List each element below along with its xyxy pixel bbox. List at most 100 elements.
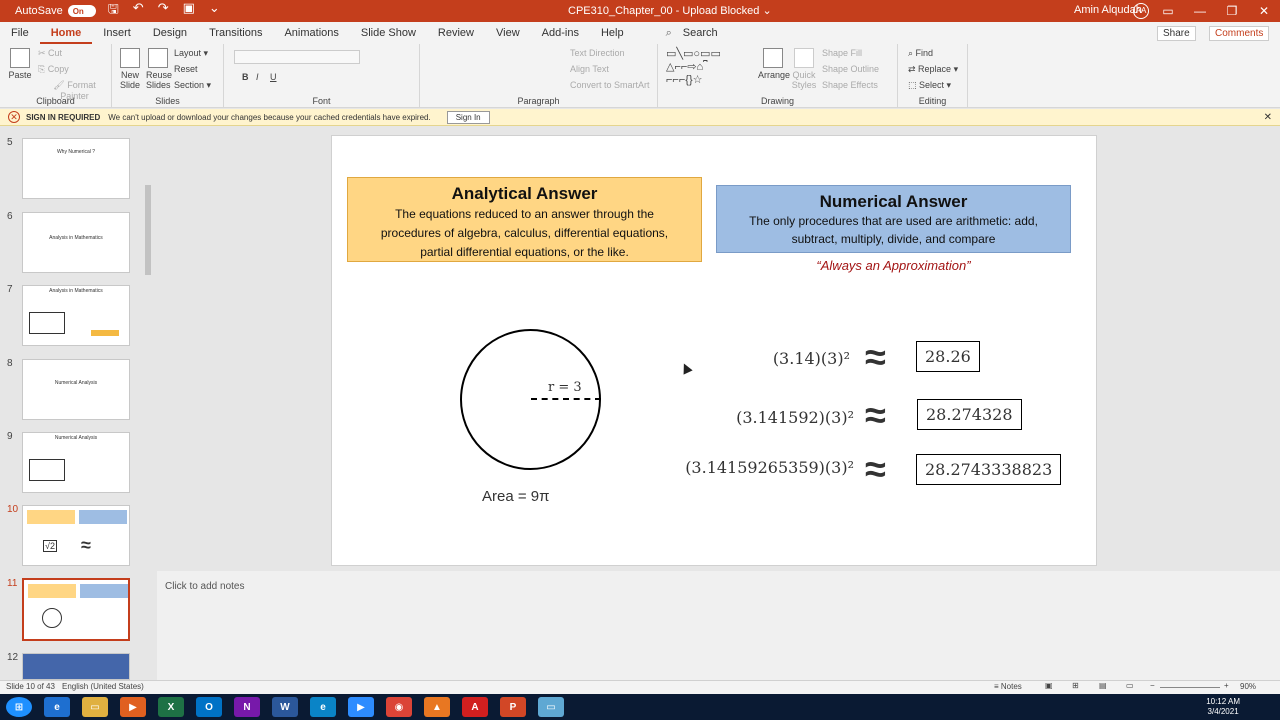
reset-button[interactable]: Reset	[174, 64, 198, 74]
scrollbar-thumb[interactable]	[145, 185, 151, 275]
restore-icon[interactable]: ❐	[1216, 0, 1248, 22]
redo-icon[interactable]: ↷	[158, 0, 169, 22]
undo-icon[interactable]: ↶	[133, 0, 144, 22]
paste-button[interactable]: Paste	[8, 48, 32, 80]
start-icon[interactable]: ⊞	[6, 697, 32, 717]
media-player-icon[interactable]: ▶	[120, 697, 146, 717]
bold-button[interactable]: B	[242, 72, 249, 82]
thumbnail-scrollbar[interactable]	[144, 130, 152, 680]
arrange-button[interactable]: Arrange	[758, 48, 790, 80]
analytical-answer-box[interactable]: Analytical Answer The equations reduced …	[347, 177, 702, 262]
save-icon[interactable]: 🖫	[108, 0, 119, 22]
text-direction-button[interactable]: Text Direction	[570, 48, 625, 58]
slide-thumbnail-6[interactable]: Analysis in Mathematics	[22, 212, 130, 273]
align-text-button[interactable]: Align Text	[570, 64, 609, 74]
slide-counter[interactable]: Slide 10 of 43	[6, 682, 55, 691]
tab-transitions[interactable]: Transitions	[198, 22, 273, 44]
onenote-icon[interactable]: N	[234, 697, 260, 717]
zoom-in-icon[interactable]: +	[1224, 681, 1229, 690]
zoom-icon[interactable]: ▶	[348, 697, 374, 717]
result-1[interactable]: 28.26	[916, 341, 980, 372]
app-icon[interactable]: ▭	[538, 697, 564, 717]
file-explorer-icon[interactable]: ▭	[82, 697, 108, 717]
tab-animations[interactable]: Animations	[273, 22, 349, 44]
slide-thumbnail-12[interactable]	[22, 653, 130, 680]
tab-slide-show[interactable]: Slide Show	[350, 22, 427, 44]
replace-button[interactable]: ⇄ Replace ▾	[908, 64, 958, 75]
reading-view-icon[interactable]: ▤	[1099, 681, 1107, 690]
zoom-out-icon[interactable]: −	[1150, 681, 1155, 690]
customize-icon[interactable]: ⌄	[209, 0, 220, 22]
comments-button[interactable]: Comments	[1209, 26, 1270, 41]
new-slide-button[interactable]: New Slide	[118, 48, 142, 90]
copy-button[interactable]: ⎘ Copy	[38, 64, 69, 75]
layout-button[interactable]: Layout ▾	[174, 48, 208, 59]
slide-thumbnail-10[interactable]: √2 ≈	[22, 505, 130, 566]
slide-thumbnail-5[interactable]: Why Numerical ?	[22, 138, 130, 199]
internet-explorer-icon[interactable]: e	[44, 697, 70, 717]
zoom-level[interactable]: 90%	[1240, 682, 1256, 691]
tab-add-ins[interactable]: Add-ins	[531, 22, 590, 44]
slide-sorter-icon[interactable]: ⊞	[1072, 681, 1079, 690]
underline-button[interactable]: U	[270, 72, 277, 82]
close-icon[interactable]: ✕	[1264, 112, 1272, 123]
tab-help[interactable]: Help	[590, 22, 635, 44]
font-name-select[interactable]	[234, 50, 360, 64]
user-name[interactable]: Amin Alqudah	[1074, 4, 1142, 16]
tab-file[interactable]: File	[0, 22, 40, 44]
shape-outline-button[interactable]: Shape Outline	[822, 64, 879, 74]
system-clock[interactable]: 10:12 AM 3/4/2021	[1206, 697, 1240, 717]
notes-pane[interactable]: Click to add notes	[157, 571, 1280, 680]
slide-thumbnail-8[interactable]: Numerical Analysis	[22, 359, 130, 420]
document-title[interactable]: CPE310_Chapter_00 - Upload Blocked ⌄	[568, 4, 772, 17]
radius-line[interactable]	[531, 398, 601, 400]
acrobat-icon[interactable]: A	[462, 697, 488, 717]
excel-icon[interactable]: X	[158, 697, 184, 717]
normal-view-icon[interactable]: ▣	[1045, 681, 1053, 690]
tab-insert[interactable]: Insert	[92, 22, 142, 44]
slide-thumbnail-11[interactable]	[22, 578, 130, 641]
convert-smartart-button[interactable]: Convert to SmartArt	[570, 80, 650, 90]
section-button[interactable]: Section ▾	[174, 80, 211, 91]
shapes-gallery[interactable]: ▭╲▭○▭▭ △⌐⌐⇨⌂⎴ ⌐⌐⌐{}☆	[666, 48, 750, 88]
ribbon-display-icon[interactable]: ▭	[1152, 0, 1184, 22]
autosave-toggle[interactable]: On	[67, 5, 96, 17]
powerpoint-icon[interactable]: P	[500, 697, 526, 717]
sign-in-button[interactable]: Sign In	[446, 110, 490, 124]
cut-button[interactable]: ✂ Cut	[38, 48, 62, 59]
clock-date: 3/4/2021	[1207, 707, 1239, 716]
numerical-answer-box[interactable]: Numerical Answer The only procedures tha…	[716, 185, 1071, 253]
result-2[interactable]: 28.274328	[917, 399, 1022, 430]
language-indicator[interactable]: English (United States)	[62, 682, 144, 691]
tab-design[interactable]: Design	[142, 22, 198, 44]
shape-effects-button[interactable]: Shape Effects	[822, 80, 878, 90]
select-button[interactable]: ⬚ Select ▾	[908, 80, 951, 91]
find-button[interactable]: ⌕ Find	[908, 48, 933, 59]
slide-thumbnail-9[interactable]: Numerical Analysis	[22, 432, 130, 493]
minimize-icon[interactable]: —	[1184, 0, 1216, 22]
tab-review[interactable]: Review	[427, 22, 485, 44]
shape-fill-button[interactable]: Shape Fill	[822, 48, 862, 58]
slide-canvas[interactable]: Analytical Answer The equations reduced …	[331, 135, 1097, 566]
chrome-icon[interactable]: ◉	[386, 697, 412, 717]
close-icon[interactable]: ✕	[1248, 0, 1280, 22]
result-3[interactable]: 28.2743338823	[916, 454, 1062, 485]
avatar[interactable]: AA	[1133, 3, 1149, 19]
search-input[interactable]: Search	[683, 22, 729, 44]
notes-button[interactable]: ≡ Notes	[994, 682, 1022, 691]
search-icon[interactable]: ⌕	[655, 22, 683, 44]
tab-home[interactable]: Home	[39, 22, 93, 44]
edge-icon[interactable]: e	[310, 697, 336, 717]
reuse-slides-button[interactable]: Reuse Slides	[146, 48, 172, 90]
word-icon[interactable]: W	[272, 697, 298, 717]
outlook-icon[interactable]: O	[196, 697, 222, 717]
italic-button[interactable]: I	[256, 72, 259, 82]
tab-view[interactable]: View	[485, 22, 531, 44]
zoom-slider[interactable]	[1160, 687, 1220, 688]
matlab-icon[interactable]: ▲	[424, 697, 450, 717]
slide-show-icon[interactable]: ▭	[1126, 681, 1134, 690]
present-icon[interactable]: ▣	[183, 0, 195, 22]
quick-styles-button[interactable]: Quick Styles	[790, 48, 818, 90]
share-button[interactable]: Share	[1157, 26, 1196, 41]
slide-thumbnail-7[interactable]: Analysis in Mathematics	[22, 285, 130, 346]
